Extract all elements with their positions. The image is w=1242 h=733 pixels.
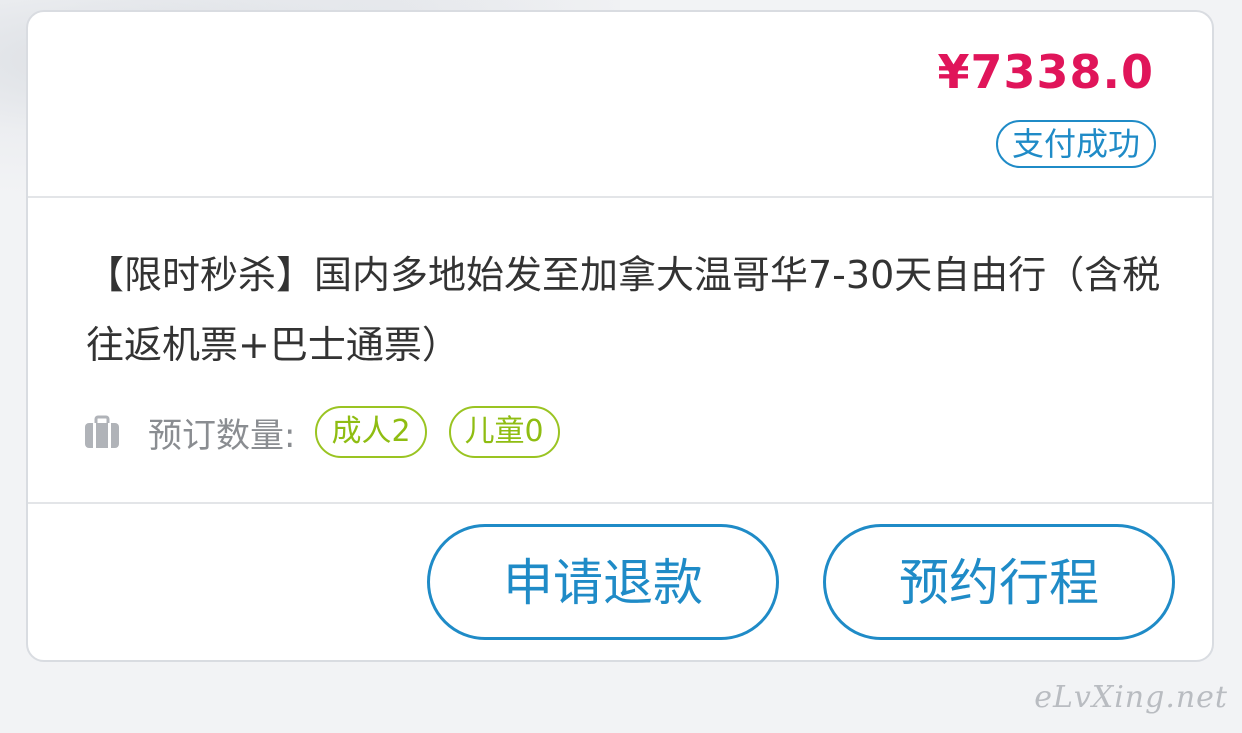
booking-quantity-row: 预订数量: 成人2 儿童0 — [84, 404, 582, 460]
apply-refund-button[interactable]: 申请退款 — [427, 524, 779, 640]
product-title[interactable]: 【限时秒杀】国内多地始发至加拿大温哥华7-30天自由行（含税往返机票+巴士通票） — [86, 240, 1166, 380]
child-count-tag: 儿童0 — [448, 406, 560, 458]
status-badge: 支付成功 — [995, 120, 1156, 168]
luggage-icon — [84, 414, 120, 450]
order-card: ¥7338.0 支付成功 【限时秒杀】国内多地始发至加拿大温哥华7-30天自由行… — [26, 10, 1214, 662]
watermark: eLvXing.net — [1034, 680, 1228, 715]
quantity-label: 预订数量: — [148, 415, 296, 456]
book-itinerary-button[interactable]: 预约行程 — [823, 524, 1175, 640]
adult-count-tag: 成人2 — [315, 406, 427, 458]
order-price: ¥7338.0 — [937, 45, 1154, 99]
divider — [28, 502, 1212, 504]
divider — [28, 196, 1212, 198]
